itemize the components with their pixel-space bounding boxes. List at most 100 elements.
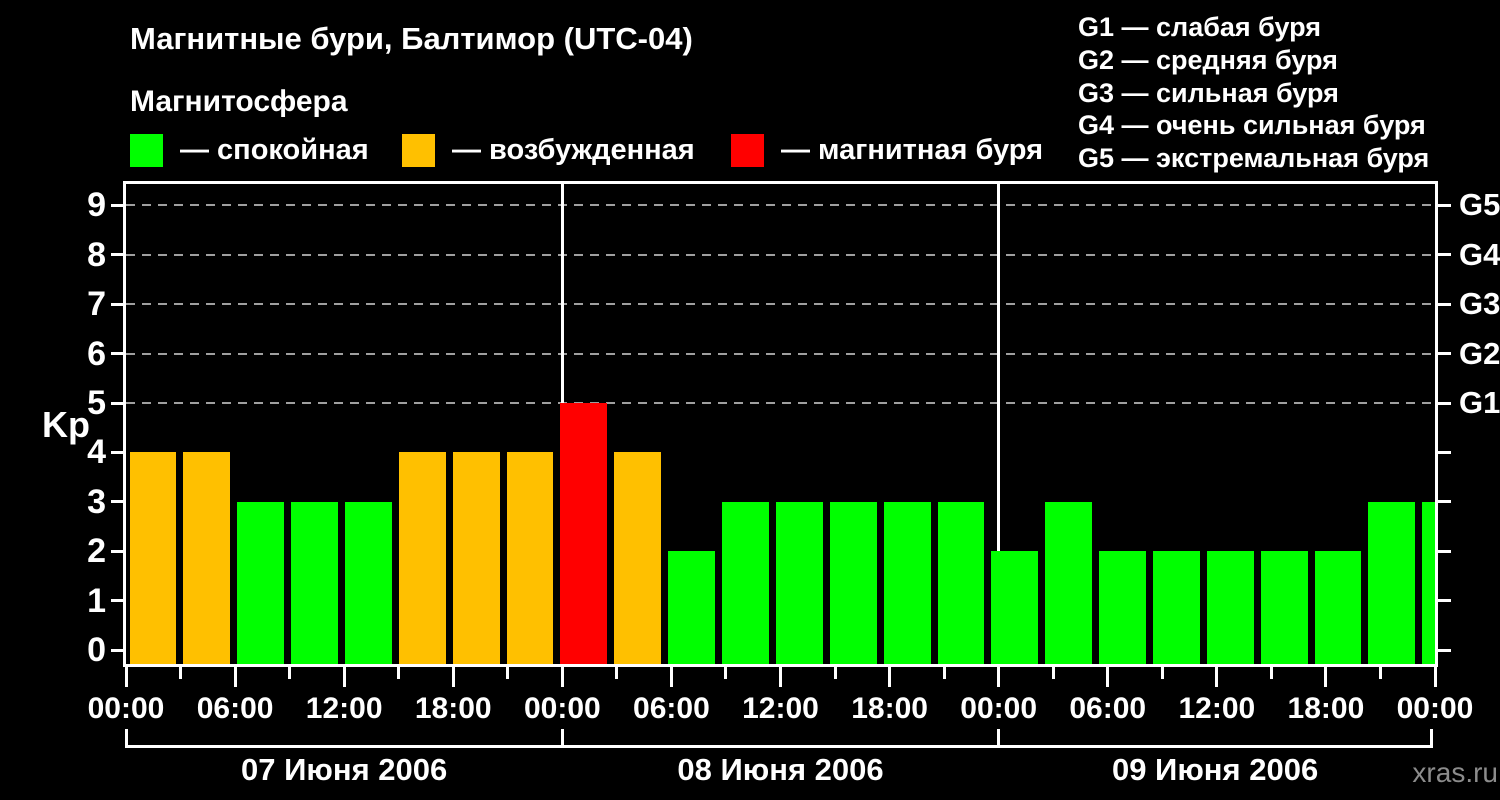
x-tick-label: 06:00	[633, 692, 710, 725]
kp-bar	[344, 501, 392, 664]
storm-scale-g3: G3 — сильная буря	[1078, 77, 1339, 108]
kp-bar	[237, 501, 285, 664]
kp-bar	[1099, 551, 1146, 664]
y-tick-label: 4	[87, 433, 106, 472]
x-tick-label: 18:00	[851, 692, 928, 725]
x-tick-label: 06:00	[196, 692, 274, 725]
g-level-label: G1	[1459, 385, 1500, 420]
x-axis-tick	[997, 667, 1001, 687]
x-axis-tick	[342, 667, 346, 687]
kp-bar	[937, 501, 985, 664]
y-axis-tick-right	[1438, 500, 1451, 504]
x-axis-tick	[1215, 667, 1219, 687]
kp-bar	[1045, 501, 1093, 664]
x-axis-tick	[669, 667, 673, 687]
kp-bar	[129, 452, 177, 664]
y-tick-label: 0	[87, 631, 106, 669]
y-axis-tick	[111, 352, 124, 356]
x-axis-tick	[560, 667, 564, 687]
date-axis-tick	[560, 729, 564, 748]
kp-bar	[668, 551, 716, 664]
legend-item-quiet: — спокойная	[130, 133, 369, 167]
kp-bar	[1314, 551, 1362, 664]
kp-bar	[398, 452, 446, 664]
kp-bar	[506, 452, 554, 664]
y-axis-tick	[111, 302, 124, 306]
kp-bar	[560, 403, 608, 664]
y-tick-label: 7	[87, 285, 106, 324]
date-axis-tick	[1430, 729, 1433, 748]
x-axis-tick	[397, 667, 401, 679]
kp-bar	[452, 452, 500, 664]
g-level-label: G2	[1459, 335, 1500, 371]
y-tick-label: 3	[87, 482, 106, 521]
kp-bar	[614, 452, 662, 664]
x-tick-label: 12:00	[305, 692, 383, 725]
y-tick-label: 8	[87, 235, 106, 274]
x-tick-label: 00:00	[523, 692, 601, 725]
kp-bar	[991, 551, 1039, 664]
x-axis-tick	[451, 667, 455, 687]
kp-bar	[1422, 501, 1435, 664]
storm-swatch-icon	[731, 133, 764, 167]
x-tick-label: 00:00	[87, 692, 165, 725]
x-axis-tick	[779, 667, 782, 687]
x-tick-label: 00:00	[1396, 692, 1474, 725]
x-tick-label: 18:00	[414, 692, 492, 725]
x-axis-tick	[724, 667, 728, 679]
date-axis-line	[126, 745, 1433, 748]
y-axis-tick-right	[1438, 450, 1451, 454]
storm-scale-g2: G2 — средняя буря	[1078, 44, 1338, 75]
grid-line-kp9	[126, 204, 1435, 207]
y-tick-label: 6	[87, 334, 106, 373]
y-tick-label: 2	[87, 532, 106, 571]
y-tick-label: 1	[87, 581, 106, 620]
x-tick-label: 12:00	[1178, 692, 1256, 725]
legend-item-storm: — магнитная буря	[731, 133, 1043, 167]
plot-area	[123, 181, 1438, 667]
x-tick-label: 18:00	[1287, 692, 1365, 725]
g-level-label: G3	[1459, 286, 1500, 322]
kp-bar	[183, 452, 231, 664]
x-axis-tick	[1106, 667, 1110, 687]
y-axis-tick	[111, 599, 124, 603]
x-axis-tick	[1324, 667, 1328, 687]
legend-item-label: — возбужденная	[452, 134, 695, 166]
x-axis-tick	[1160, 667, 1164, 679]
y-axis-tick	[111, 401, 124, 405]
storm-scale-g5: G5 — экстремальная буря	[1078, 143, 1430, 174]
storm-scale-g1: G1 — слабая буря	[1078, 12, 1322, 42]
magnetic-storm-chart: Магнитные бури, Балтимор (UTC-04) Магнит…	[0, 0, 1500, 800]
grid-line-kp6	[126, 352, 1435, 355]
grid-line-kp8	[126, 253, 1435, 256]
y-axis-tick	[111, 549, 124, 553]
x-axis-tick	[1378, 667, 1382, 679]
y-axis-tick-right	[1438, 549, 1451, 553]
x-axis-tick	[1433, 667, 1437, 687]
y-axis-tick	[111, 450, 124, 454]
y-axis-tick-right	[1438, 401, 1451, 405]
date-axis-tick	[997, 729, 1001, 748]
legend-title: Магнитосфера	[130, 85, 348, 118]
y-tick-label: 5	[87, 384, 106, 422]
x-tick-label: 12:00	[742, 692, 819, 725]
date-axis-tick	[124, 729, 128, 748]
kp-bar	[1260, 551, 1308, 664]
x-axis-tick	[833, 667, 837, 679]
y-axis-tick-right	[1438, 648, 1451, 652]
kp-bar	[883, 501, 931, 664]
kp-bar	[291, 501, 338, 664]
kp-bar	[1368, 501, 1416, 664]
x-axis-tick	[942, 667, 946, 679]
legend-item-excited: — возбужденная	[402, 133, 695, 167]
y-axis-tick-right	[1438, 203, 1451, 207]
y-axis-tick	[111, 500, 124, 504]
quiet-swatch-icon	[130, 133, 163, 167]
kp-bar	[829, 501, 877, 664]
kp-bar	[1152, 551, 1200, 664]
date-label: 08 Июня 2006	[677, 752, 884, 787]
x-tick-label: 00:00	[960, 692, 1038, 725]
legend-item-label: — магнитная буря	[781, 134, 1044, 166]
x-axis-tick	[615, 667, 619, 679]
x-axis-tick	[179, 667, 183, 679]
